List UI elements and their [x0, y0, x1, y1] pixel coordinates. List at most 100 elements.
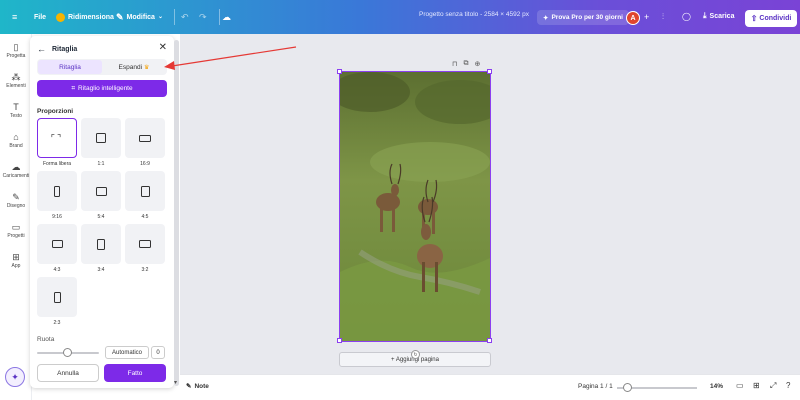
done-button[interactable]: Fatto	[104, 364, 166, 382]
ratio-label: 5:4	[97, 214, 105, 220]
page-view-icon[interactable]: ▭	[736, 381, 744, 390]
undo-icon[interactable]: ↶	[181, 11, 189, 23]
download-button[interactable]: ⤓ Scarica	[703, 11, 734, 21]
pencil-icon: ✎	[116, 11, 124, 22]
rail-item-testo[interactable]: T Testo	[0, 102, 32, 119]
tab-espandi[interactable]: Espandi ♛	[102, 60, 166, 74]
sparkle-icon: ✦	[543, 14, 549, 22]
rail-item-elementi[interactable]: ⁂ Elementi	[0, 72, 32, 89]
ratio-label: 3:2	[141, 267, 149, 273]
crown-icon: ♛	[144, 64, 150, 71]
ratio-9-16[interactable]	[37, 171, 77, 211]
rotate-value: 0	[156, 349, 160, 356]
auto-rotate-button[interactable]: Automatico	[105, 346, 149, 359]
add-member-icon[interactable]: +	[644, 11, 649, 23]
magic-crop-icon: ⌗	[71, 84, 76, 92]
ratio-1-1[interactable]	[81, 118, 121, 158]
shapes-icon: ⁂	[11, 72, 21, 82]
fullscreen-icon[interactable]: ⤢	[770, 381, 776, 391]
left-rail: ▯ Progetta ⁂ Elementi T Testo ⌂ Brand ☁ …	[0, 34, 32, 400]
tab-ritaglia[interactable]: Ritaglia	[38, 60, 102, 74]
grid-view-icon[interactable]: ⊞	[753, 381, 760, 390]
back-arrow-icon[interactable]: ←	[37, 44, 46, 54]
smart-crop-label: Ritaglio intelligente	[78, 85, 133, 92]
divider	[219, 9, 220, 25]
ratio-label: 4:5	[141, 214, 149, 220]
rail-label: Brand	[9, 143, 23, 149]
rail-item-disegno[interactable]: ✎ Disegno	[0, 192, 32, 209]
duplicate-icon[interactable]: ⧉	[463, 60, 468, 68]
landscape-icon	[139, 134, 151, 142]
magic-assistant-button[interactable]: ✦	[5, 367, 25, 387]
resize-handle[interactable]	[337, 338, 342, 343]
help-icon[interactable]: ?	[786, 381, 790, 390]
file-menu[interactable]: File	[28, 6, 52, 28]
chevron-down-icon[interactable]: ▾	[174, 379, 177, 386]
portrait-icon	[140, 185, 150, 197]
aspect-ratio-heading: Proporzioni	[37, 108, 74, 115]
analytics-icon[interactable]: ⫶	[662, 11, 664, 23]
zoom-slider-knob[interactable]	[623, 383, 632, 392]
resize-handle[interactable]	[487, 69, 492, 74]
resize-handle[interactable]	[487, 338, 492, 343]
page-toolbar: ⊓ ⧉ ⊕	[452, 60, 480, 68]
rail-label: Disegno	[6, 203, 26, 209]
zoom-value[interactable]: 14%	[710, 383, 723, 390]
square-icon	[96, 133, 106, 143]
brand-icon: ⌂	[13, 132, 19, 142]
auto-label: Automatico	[111, 349, 142, 356]
resize-handle[interactable]	[337, 69, 342, 74]
portrait-icon	[54, 185, 60, 197]
ratio-label: 1:1	[97, 161, 105, 167]
ratio-4-3[interactable]	[37, 224, 77, 264]
add-page-icon[interactable]: ⊕	[474, 60, 480, 68]
rail-item-caricamenti[interactable]: ☁ Caricamenti	[0, 162, 32, 179]
notes-label: Note	[194, 382, 209, 390]
download-label: Scarica	[709, 12, 735, 20]
chevron-down-icon: ⌄	[157, 14, 163, 20]
bottom-bar: ✎ Note Pagina 1 / 1 14% ▭ ⊞ ⤢ ?	[180, 374, 800, 400]
crop-mode-tabs: Ritaglia Espandi ♛	[37, 59, 167, 75]
panel-scrollbar[interactable]	[174, 40, 179, 386]
avatar[interactable]: A	[626, 11, 640, 25]
smart-crop-button[interactable]: ⌗ Ritaglio intelligente	[37, 80, 167, 97]
menu-button[interactable]: ≡	[6, 6, 23, 28]
ratio-3-2[interactable]	[125, 224, 165, 264]
ratio-16-9[interactable]	[125, 118, 165, 158]
page-indicator[interactable]: Pagina 1 / 1	[578, 383, 613, 390]
ratio-freeform[interactable]: ⌜⌝	[37, 118, 77, 158]
ratio-5-4[interactable]	[81, 171, 121, 211]
download-icon: ⤓	[703, 11, 707, 20]
edit-menu[interactable]: ✎ Modifica ⌄	[110, 6, 169, 28]
ratio-2-3[interactable]	[37, 277, 77, 317]
redo-icon[interactable]: ↷	[199, 11, 207, 23]
rail-item-progetti[interactable]: ▭ Progetti	[0, 222, 32, 239]
rotate-slider-knob[interactable]	[63, 348, 72, 357]
ratio-label: Forma libera	[42, 161, 72, 167]
landscape-icon	[95, 186, 107, 196]
rail-label: Testo	[10, 113, 22, 119]
rotate-handle[interactable]: ↻	[411, 350, 420, 359]
ratio-label: 2:3	[53, 320, 61, 326]
rail-item-progetta[interactable]: ▯ Progetta	[0, 42, 32, 59]
rail-item-brand[interactable]: ⌂ Brand	[0, 132, 32, 149]
cancel-button[interactable]: Annulla	[37, 364, 99, 382]
comment-icon[interactable]: ◯	[682, 11, 691, 23]
rotate-value-input[interactable]: 0	[151, 346, 165, 359]
notes-button[interactable]: ✎ Note	[186, 382, 209, 391]
rail-item-app[interactable]: ⊞ App	[0, 252, 32, 269]
share-button[interactable]: ⇧ Condividi	[745, 10, 797, 27]
file-label: File	[34, 13, 47, 21]
folder-icon: ▭	[11, 222, 21, 232]
document-title[interactable]: Progetto senza titolo - 2584 × 4592 px	[419, 11, 529, 18]
lock-icon[interactable]: ⊓	[452, 60, 457, 68]
design-page[interactable]	[339, 71, 491, 342]
ratio-4-5[interactable]	[125, 171, 165, 211]
sparkle-icon: ✦	[11, 371, 19, 382]
ratio-3-4[interactable]	[81, 224, 121, 264]
cloud-save-icon[interactable]: ☁	[222, 11, 231, 23]
top-bar: ≡ File Ridimensiona ✎ Modifica ⌄ ↶ ↷ ☁ P…	[0, 0, 800, 34]
apps-icon: ⊞	[12, 252, 20, 262]
ratio-label: 3:4	[97, 267, 105, 273]
try-pro-button[interactable]: ✦ Prova Pro per 30 giorni	[537, 10, 629, 25]
